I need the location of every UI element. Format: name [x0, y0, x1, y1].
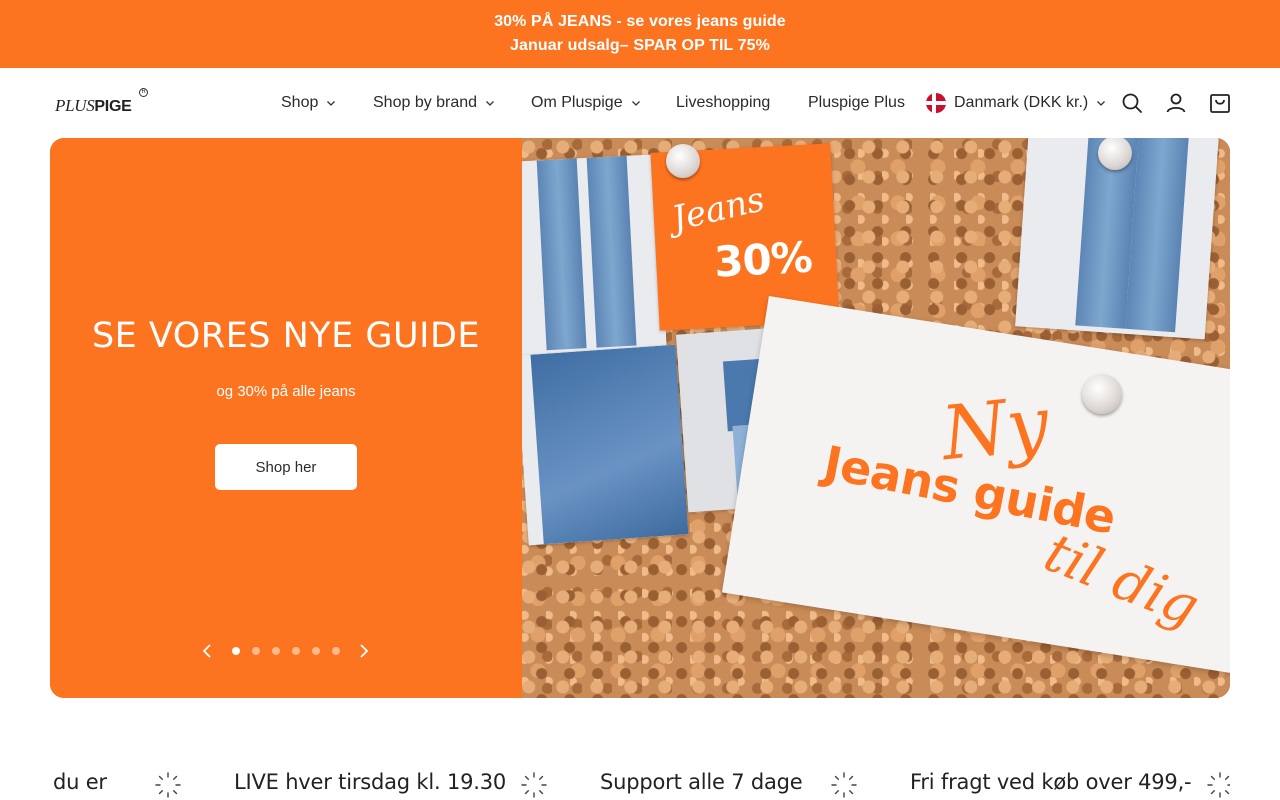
denmark-flag-icon	[926, 93, 946, 113]
hero-content: SE VORES NYE GUIDE og 30% på alle jeans …	[50, 138, 522, 698]
nav-item-shop-by-brand[interactable]: Shop by brand	[373, 92, 495, 114]
ticker-item: du er	[53, 770, 107, 794]
nav-item-label: Pluspige Plus	[808, 94, 905, 111]
hero-subtitle: og 30% på alle jeans	[216, 383, 356, 400]
card-percent-text: 30%	[712, 232, 813, 287]
ticker-item: LIVE hver tirsdag kl. 19.30	[234, 770, 507, 794]
hero-title: SE VORES NYE GUIDE	[91, 316, 481, 356]
slideshow-controls	[200, 642, 375, 660]
chevron-down-icon	[1096, 98, 1106, 108]
country-label: Danmark (DKK kr.)	[954, 94, 1089, 111]
sparkle-icon	[829, 770, 859, 800]
sparkle-icon	[519, 770, 549, 800]
site-header: PLUSPIGE R Shop Shop by brand Om Pluspig…	[0, 68, 1280, 138]
registered-mark: R	[139, 88, 148, 97]
chevron-right-icon[interactable]	[357, 642, 371, 660]
chevron-down-icon	[485, 98, 495, 108]
announcement-line-2[interactable]: Januar udsalg– SPAR OP TIL 75%	[0, 34, 1280, 58]
nav-item-liveshopping[interactable]: Liveshopping	[676, 92, 770, 114]
announcement-bar[interactable]: 30% PÅ JEANS - se vores jeans guide Janu…	[0, 0, 1280, 68]
slide-dot-6[interactable]	[332, 647, 340, 655]
hero-slideshow: SE VORES NYE GUIDE og 30% på alle jeans …	[50, 138, 1230, 698]
search-icon[interactable]	[1120, 91, 1144, 115]
sparkle-icon	[1205, 770, 1230, 800]
site-logo[interactable]: PLUSPIGE R	[55, 88, 150, 116]
nav-item-pluspige-plus[interactable]: Pluspige Plus	[808, 92, 905, 114]
pushpin-icon	[666, 144, 700, 178]
slide-dot-1[interactable]	[232, 647, 240, 655]
ticker-item: Fri fragt ved køb over 499,-	[910, 770, 1192, 794]
logo-plus-text: PLUS	[55, 96, 95, 115]
jeans-photo	[522, 154, 668, 367]
chevron-down-icon	[631, 98, 641, 108]
jeans-pocket-photo	[522, 344, 689, 546]
nav-item-label: Liveshopping	[676, 94, 771, 111]
slide-dot-2[interactable]	[252, 647, 260, 655]
nav-item-label: Shop	[281, 94, 319, 111]
shop-her-button[interactable]: Shop her	[215, 444, 357, 490]
usp-ticker: du er LIVE hver tirsdag kl. 19.30 Suppor…	[50, 760, 1230, 800]
slide-dot-5[interactable]	[312, 647, 320, 655]
slide-dot-4[interactable]	[292, 647, 300, 655]
ticker-item: Support alle 7 dage	[600, 770, 803, 794]
nav-item-label: Shop by brand	[373, 94, 478, 111]
cart-icon[interactable]	[1208, 91, 1232, 115]
card-script-text: Jeans	[668, 179, 769, 240]
country-selector[interactable]: Danmark (DKK kr.)	[926, 92, 1106, 114]
slide-dot-3[interactable]	[272, 647, 280, 655]
nav-item-om-pluspige[interactable]: Om Pluspige	[531, 92, 641, 114]
chevron-left-icon[interactable]	[200, 642, 214, 660]
pushpin-icon	[1082, 374, 1122, 414]
chevron-down-icon	[326, 98, 336, 108]
sparkle-icon	[153, 770, 183, 800]
hero-image: Jeans 30% Ny Jeans guide til dig	[522, 138, 1230, 698]
account-icon[interactable]	[1164, 91, 1188, 115]
logo-pige-text: PIGE	[94, 98, 132, 115]
nav-item-shop[interactable]: Shop	[281, 92, 336, 114]
nav-item-label: Om Pluspige	[531, 94, 623, 111]
announcement-line-1[interactable]: 30% PÅ JEANS - se vores jeans guide	[0, 10, 1280, 34]
